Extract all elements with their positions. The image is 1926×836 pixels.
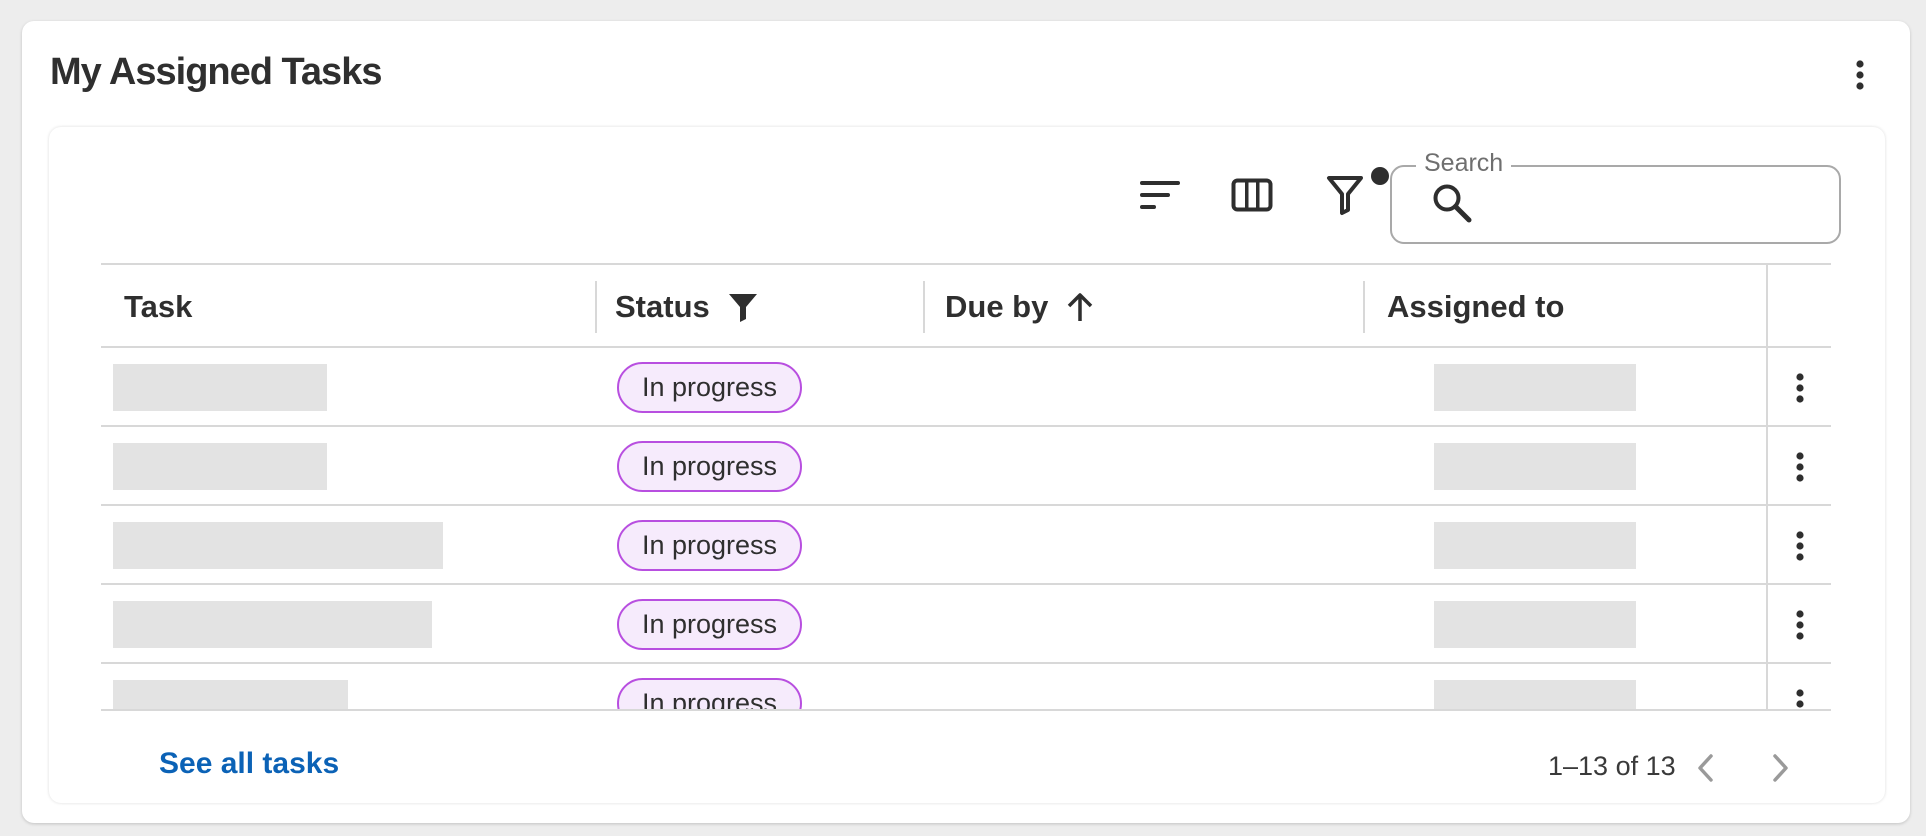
card-title: My Assigned Tasks	[50, 51, 382, 93]
next-page-button[interactable]	[1758, 746, 1802, 790]
row-actions-button[interactable]	[1782, 445, 1818, 489]
column-divider[interactable]	[595, 281, 597, 333]
chevron-left-icon	[1698, 754, 1713, 782]
column-header-status[interactable]: Status	[615, 265, 758, 348]
column-header-label: Assigned to	[1387, 288, 1565, 324]
table-row[interactable]: In progress	[101, 427, 1831, 506]
column-header-due-by[interactable]: Due by	[945, 265, 1094, 348]
pagination-range: 1–13 of 13	[1548, 751, 1676, 781]
table-panel: Search Task Status Due by Assigned to In…	[49, 127, 1885, 803]
table-header: Task Status Due by Assigned to	[101, 265, 1831, 348]
chevron-right-icon	[1773, 754, 1788, 782]
tasks-table: Task Status Due by Assigned to In progre…	[101, 263, 1831, 709]
columns-button[interactable]	[1224, 167, 1280, 223]
assignee-placeholder	[1434, 522, 1636, 569]
row-actions-button[interactable]	[1782, 682, 1818, 709]
assignee-placeholder	[1434, 443, 1636, 490]
status-badge: In progress	[617, 441, 802, 492]
more-vertical-icon	[1796, 452, 1804, 482]
previous-page-button[interactable]	[1684, 746, 1728, 790]
table-row[interactable]: In progress	[101, 585, 1831, 664]
row-actions-button[interactable]	[1782, 524, 1818, 568]
assignee-placeholder	[1434, 364, 1636, 411]
more-vertical-icon	[1796, 373, 1804, 403]
column-header-label: Status	[615, 288, 710, 324]
arrow-up-icon	[1068, 292, 1093, 321]
card-menu-button[interactable]	[1842, 55, 1878, 95]
search-icon	[1433, 184, 1472, 223]
column-divider[interactable]	[923, 281, 925, 333]
search-input[interactable]	[1488, 177, 1818, 231]
status-badge: In progress	[617, 362, 802, 413]
column-header-label: Due by	[945, 288, 1049, 324]
assignee-placeholder	[1434, 601, 1636, 648]
task-name-placeholder	[113, 522, 443, 569]
filter-icon	[1327, 176, 1363, 215]
filter-icon	[728, 293, 757, 322]
status-badge: In progress	[617, 599, 802, 650]
table-row[interactable]: In progress	[101, 506, 1831, 585]
assignee-placeholder	[1434, 680, 1636, 709]
more-vertical-icon	[1796, 531, 1804, 561]
status-badge: In progress	[617, 678, 802, 709]
status-badge: In progress	[617, 520, 802, 571]
table-row[interactable]: In progress	[101, 348, 1831, 427]
sort-icon	[1140, 181, 1180, 209]
row-actions-button[interactable]	[1782, 366, 1818, 410]
more-vertical-icon	[1856, 60, 1864, 90]
filter-active-indicator	[1371, 167, 1389, 185]
columns-icon	[1231, 178, 1273, 212]
task-name-placeholder	[113, 680, 348, 709]
actions-column-divider	[1766, 265, 1768, 709]
see-all-tasks-link[interactable]: See all tasks	[159, 747, 339, 781]
search-label: Search	[1416, 149, 1512, 178]
table-row[interactable]: In progress	[101, 664, 1831, 709]
filter-button[interactable]	[1317, 167, 1373, 223]
more-vertical-icon	[1796, 610, 1804, 640]
column-header-assigned-to[interactable]: Assigned to	[1387, 265, 1564, 348]
assigned-tasks-card: My Assigned Tasks Search Task Status Due…	[22, 21, 1910, 823]
more-vertical-icon	[1796, 689, 1804, 708]
table-bottom-divider	[101, 709, 1831, 711]
column-divider[interactable]	[1363, 281, 1365, 333]
search-field[interactable]: Search	[1390, 149, 1841, 244]
row-actions-button[interactable]	[1782, 603, 1818, 647]
column-header-task[interactable]: Task	[124, 265, 192, 348]
task-name-placeholder	[113, 443, 327, 490]
task-name-placeholder	[113, 364, 327, 411]
task-name-placeholder	[113, 601, 432, 648]
sort-button[interactable]	[1132, 167, 1188, 223]
column-header-label: Task	[124, 288, 193, 324]
